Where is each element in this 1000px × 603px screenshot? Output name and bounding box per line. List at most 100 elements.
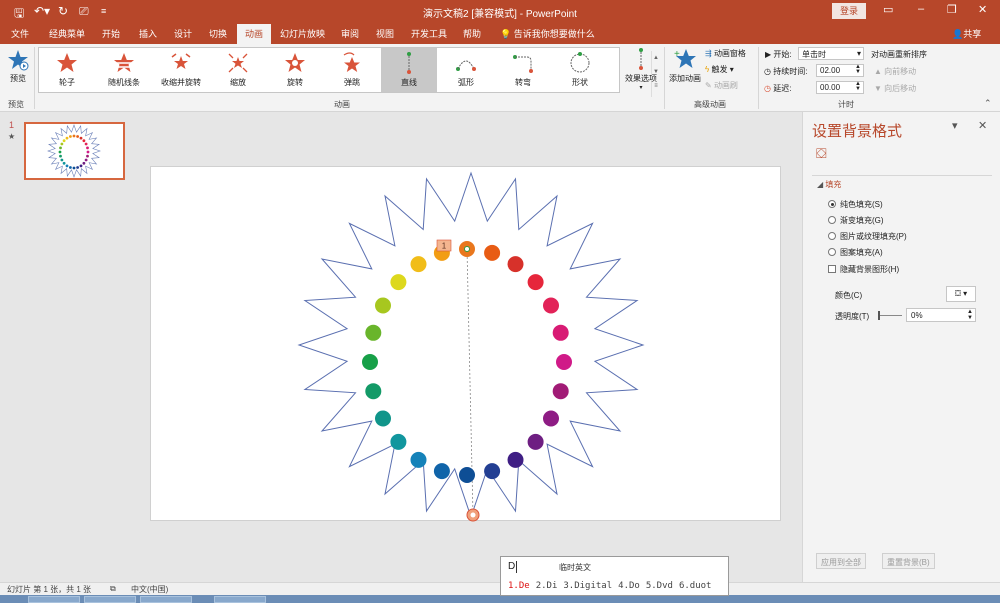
thumbnail-dot[interactable] [60,142,64,146]
thumbnail-dot[interactable] [65,136,69,140]
effect-line-path[interactable]: 直线 [381,48,437,92]
thumbnail-dot[interactable] [79,136,83,140]
ime-candidate[interactable]: 6.duot [679,581,712,591]
transparency-slider[interactable] [878,315,902,316]
tab-review[interactable]: 审阅 [341,27,359,40]
effect-spin[interactable]: 旋转 [267,48,323,92]
fill-section-header[interactable]: ◢ 填充 [817,179,841,190]
ime-candidate[interactable]: 5.Dvd [646,581,673,591]
thumbnail-dot[interactable] [59,154,62,158]
thumbnail-dot[interactable] [86,150,90,154]
thumbnail-dot[interactable] [62,161,66,165]
delay-input[interactable]: 00.00 ▲ ▼ [816,81,864,94]
color-dot[interactable] [365,383,382,400]
thumbnail-dot[interactable] [65,164,69,168]
taskbar-item[interactable] [28,596,80,603]
spinner-icon[interactable]: ▲ ▼ [855,64,861,75]
hide-background-graphics[interactable]: 隐藏背景图形(H) [828,264,899,275]
color-dot[interactable] [527,433,544,450]
fill-option-solid[interactable]: 纯色填充(S) [828,199,883,210]
color-dot[interactable] [484,244,501,261]
effect-shape-path[interactable]: 形状 [552,48,608,92]
taskbar-item[interactable] [140,596,192,603]
pane-options-icon[interactable]: ▾ [952,119,958,132]
share-button[interactable]: 👤共享 [952,27,981,40]
tab-insert[interactable]: 插入 [139,27,157,40]
preview-button[interactable]: 预览 [5,49,31,84]
tab-animations[interactable]: 动画 [237,24,272,44]
close-icon[interactable]: ✕ [978,3,987,16]
color-dot[interactable] [484,463,501,480]
effect-options-button[interactable]: 效果选项 ▾ [622,47,660,91]
color-dot[interactable] [527,274,544,291]
tab-transitions[interactable]: 切换 [209,27,227,40]
spinner-icon[interactable]: ▲ ▼ [855,81,861,92]
start-select[interactable]: 单击时 ▾ [798,47,864,60]
fill-option-pattern[interactable]: 图案填充(A) [828,247,883,258]
effect-random-bars[interactable]: 随机线条 [96,48,152,92]
taskbar-item[interactable] [214,596,266,603]
move-earlier-button[interactable]: ▲ 向前移动 [874,66,916,77]
tab-file[interactable]: 文件 [11,27,29,40]
color-dot[interactable] [390,433,407,450]
color-dot[interactable] [552,324,569,341]
ribbon-display-icon[interactable]: ▭ [883,3,893,16]
thumbnail-dot[interactable] [84,158,88,162]
slide-thumbnail[interactable] [24,122,125,180]
transparency-input[interactable]: 0% ▲ ▼ [906,308,976,322]
thumbnail-dot[interactable] [72,134,76,138]
thumbnail-dot[interactable] [82,139,86,143]
color-dot[interactable] [410,451,427,468]
fill-bucket-icon[interactable]: ⛋ [816,145,827,162]
login-button[interactable]: 登录 [832,3,866,19]
thumbnail-dot[interactable] [62,139,66,143]
taskbar-item[interactable] [84,596,136,603]
fill-option-gradient[interactable]: 渐变填充(G) [828,215,884,226]
thumbnail-dot[interactable] [86,146,89,150]
ime-candidate[interactable]: 1.De [508,581,530,591]
add-animation-button[interactable]: + 添加动画 [667,47,703,84]
thumbnail-dot[interactable] [76,166,79,169]
move-later-button[interactable]: ▼ 向后移动 [874,83,916,94]
spinner-icon[interactable]: ▲ ▼ [967,309,973,321]
thumbnail-dot[interactable] [69,166,72,169]
tell-me-box[interactable]: 💡 告诉我你想要做什么 [500,27,595,40]
color-dot[interactable] [433,463,450,480]
reset-background-button[interactable]: 重置背景(B) [882,553,935,569]
color-dot[interactable] [375,297,391,314]
duration-input[interactable]: 02.00 ▲ ▼ [816,64,864,77]
color-dot[interactable] [459,467,475,483]
color-dot[interactable] [552,383,569,400]
thumbnail-dot[interactable] [76,135,79,138]
effect-turn-path[interactable]: 转弯 [495,48,551,92]
notes-icon[interactable]: ⧉ [110,584,116,594]
minimize-icon[interactable]: – [918,3,924,15]
slide-canvas[interactable]: 1 [150,166,781,522]
ime-candidate[interactable]: 2.Di [536,581,558,591]
tab-view[interactable]: 视图 [376,27,394,40]
effect-bounce[interactable]: 弹跳 [324,48,380,92]
apply-to-all-button[interactable]: 应用到全部 [816,553,866,569]
effect-arc-path[interactable]: 弧形 [438,48,494,92]
pane-close-icon[interactable]: ✕ [978,119,987,132]
tab-home[interactable]: 开始 [102,27,120,40]
thumbnail-dot[interactable] [58,150,62,154]
thumbnail-dot[interactable] [86,154,89,158]
animation-gallery[interactable]: 轮子 随机线条 收缩并旋转 缩放 旋转 弹跳 直线 弧形 转弯 形状 ▲ ▼ ≡ [38,47,659,97]
collapse-ribbon-icon[interactable]: ⌃ [984,98,992,109]
thumbnail-dot[interactable] [59,146,62,150]
tab-classic-menu[interactable]: 经典菜单 [49,27,85,40]
language-status[interactable]: 中文(中国) [131,584,168,595]
color-dot[interactable] [543,297,559,314]
color-dot[interactable] [365,324,382,341]
fill-option-picture[interactable]: 图片或纹理填充(P) [828,231,907,242]
thumbnail-dot[interactable] [84,142,88,146]
color-dot[interactable] [410,256,427,273]
tab-design[interactable]: 设计 [174,27,192,40]
maximize-icon[interactable]: ❐ [947,3,957,16]
color-dot[interactable] [375,410,391,427]
color-dot[interactable] [507,256,524,273]
tab-developer[interactable]: 开发工具 [411,27,447,40]
color-picker-button[interactable]: ⛋ ▾ [946,286,976,302]
thumbnail-dot[interactable] [72,166,76,170]
